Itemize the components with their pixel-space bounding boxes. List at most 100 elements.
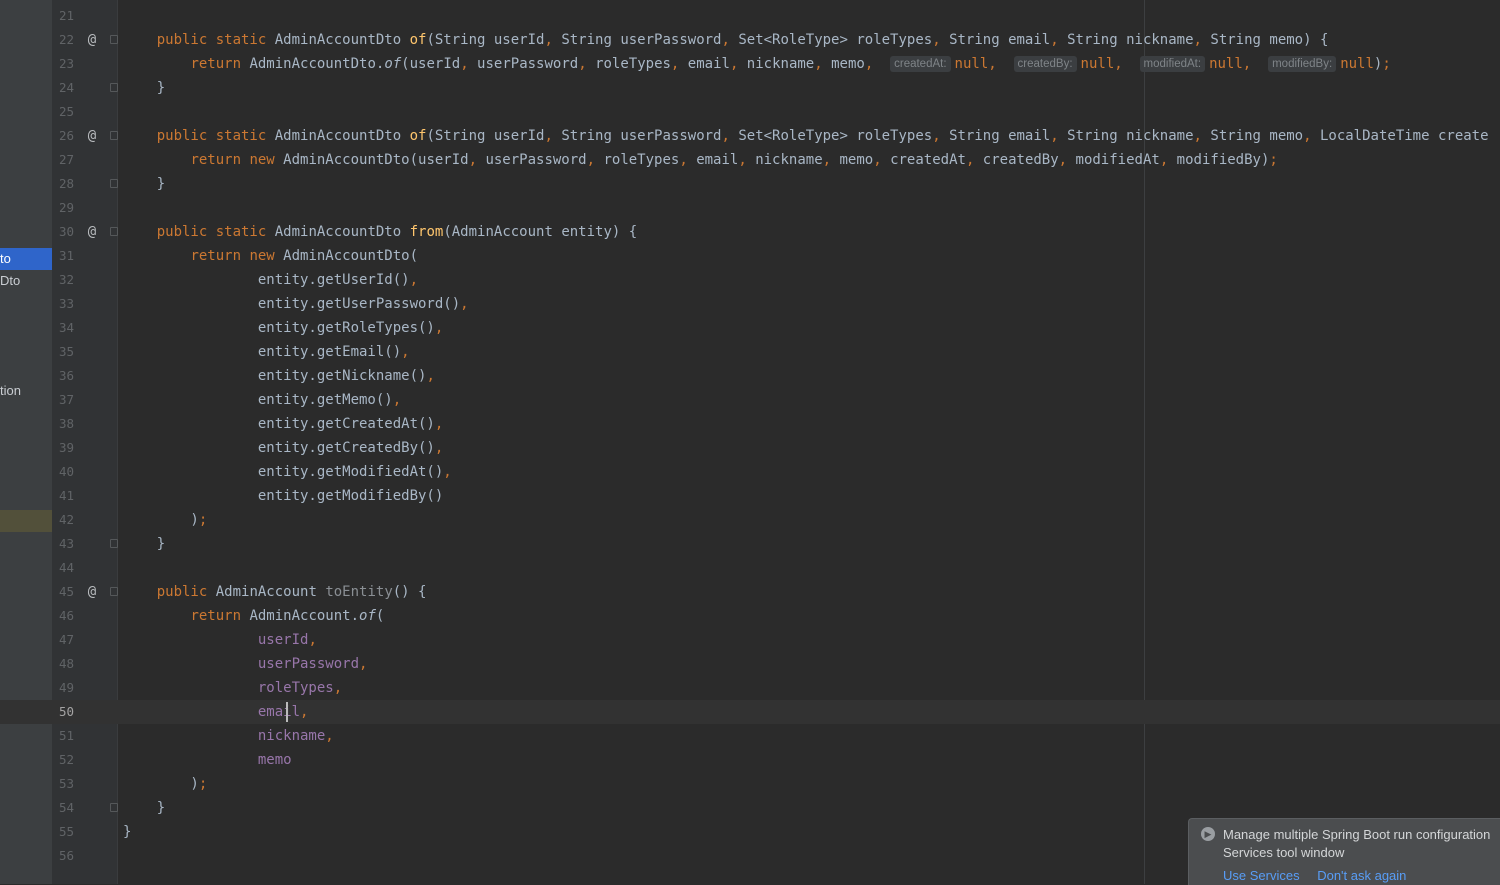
code-line[interactable]: 47 userId,	[0, 628, 1500, 652]
code-line[interactable]: 36 entity.getNickname(),	[0, 364, 1500, 388]
code-line[interactable]: 37 entity.getMemo(),	[0, 388, 1500, 412]
code-line[interactable]: 25	[0, 100, 1500, 124]
code-line[interactable]: 39 entity.getCreatedBy(),	[0, 436, 1500, 460]
line-number: 48	[58, 656, 74, 671]
annotation-marker-icon[interactable]: @	[84, 220, 100, 244]
line-number: 34	[58, 320, 74, 335]
line-number: 32	[58, 272, 74, 287]
line-number: 52	[58, 752, 74, 767]
code-line[interactable]: 41 entity.getModifiedBy()	[0, 484, 1500, 508]
code-text: return new AdminAccountDto(	[190, 248, 419, 264]
fold-marker-icon[interactable]	[110, 539, 118, 548]
line-number: 44	[58, 560, 74, 575]
code-text: }	[123, 824, 132, 840]
fold-marker-icon[interactable]	[110, 179, 118, 188]
line-number: 45	[58, 584, 74, 599]
line-number: 51	[58, 728, 74, 743]
fold-marker-icon[interactable]	[110, 83, 118, 92]
code-line[interactable]: 49 roleTypes,	[0, 676, 1500, 700]
fold-marker-icon[interactable]	[110, 35, 118, 44]
code-line[interactable]: 50 email,	[0, 700, 1500, 724]
code-text: }	[123, 80, 166, 96]
code-text: return AdminAccount.of(	[190, 608, 385, 624]
line-number: 54	[58, 800, 74, 815]
code-text: return new AdminAccountDto(userId, userP…	[190, 152, 1278, 168]
line-number: 40	[58, 464, 74, 479]
line-number: 43	[58, 536, 74, 551]
code-text: public static AdminAccountDto of(String …	[156, 32, 1329, 48]
code-text: entity.getUserId(),	[123, 272, 419, 288]
code-line[interactable]: 28 }	[0, 172, 1500, 196]
code-text: entity.getUserPassword(),	[123, 296, 469, 312]
use-services-link[interactable]: Use Services	[1223, 868, 1300, 883]
code-line[interactable]: 31 return new AdminAccountDto(	[0, 244, 1500, 268]
code-line[interactable]: 53 );	[0, 772, 1500, 796]
line-number: 47	[58, 632, 74, 647]
code-line[interactable]: 51 nickname,	[0, 724, 1500, 748]
notification-line-1: Manage multiple Spring Boot run configur…	[1223, 827, 1491, 842]
code-line[interactable]: 40 entity.getModifiedAt(),	[0, 460, 1500, 484]
line-number: 26	[58, 128, 74, 143]
line-number: 42	[58, 512, 74, 527]
code-text: entity.getModifiedBy()	[123, 488, 444, 504]
code-text: entity.getCreatedBy(),	[123, 440, 444, 456]
line-number: 25	[58, 104, 74, 119]
line-number: 21	[58, 8, 74, 23]
code-text: public static AdminAccountDto of(String …	[156, 128, 1489, 144]
line-number: 33	[58, 296, 74, 311]
code-line[interactable]: 34 entity.getRoleTypes(),	[0, 316, 1500, 340]
code-line[interactable]: 24 }	[0, 76, 1500, 100]
code-text: }	[123, 176, 166, 192]
fold-marker-icon[interactable]	[110, 227, 118, 236]
code-line[interactable]: 29	[0, 196, 1500, 220]
code-text: return AdminAccountDto.of(userId, userPa…	[190, 56, 1391, 72]
code-line[interactable]: 22 @ public static AdminAccountDto of(Str…	[0, 28, 1500, 52]
code-line[interactable]: 33 entity.getUserPassword(),	[0, 292, 1500, 316]
annotation-marker-icon[interactable]: @	[84, 124, 100, 148]
line-number: 56	[58, 848, 74, 863]
code-text: public AdminAccount toEntity() {	[156, 584, 427, 600]
code-text: userId,	[257, 632, 317, 648]
line-number: 37	[58, 392, 74, 407]
code-line[interactable]: 21	[0, 4, 1500, 28]
code-line[interactable]: 48 userPassword,	[0, 652, 1500, 676]
code-line[interactable]: 27 return new AdminAccountDto(userId, us…	[0, 148, 1500, 172]
code-line[interactable]: 23 return AdminAccountDto.of(userId, use…	[0, 52, 1500, 76]
fold-marker-icon[interactable]	[110, 131, 118, 140]
code-line[interactable]: 35 entity.getEmail(),	[0, 340, 1500, 364]
line-number: 30	[58, 224, 74, 239]
code-line[interactable]: 32 entity.getUserId(),	[0, 268, 1500, 292]
code-line[interactable]: 26 @ public static AdminAccountDto of(Str…	[0, 124, 1500, 148]
code-text: );	[123, 512, 208, 528]
line-number: 22	[58, 32, 74, 47]
fold-marker-icon[interactable]	[110, 803, 118, 812]
annotation-marker-icon[interactable]: @	[84, 580, 100, 604]
code-text: roleTypes,	[257, 680, 343, 696]
code-line[interactable]: 43 }	[0, 532, 1500, 556]
code-text: entity.getMemo(),	[123, 392, 402, 408]
notification-line-2: Services tool window	[1223, 845, 1345, 860]
line-number: 38	[58, 416, 74, 431]
code-line[interactable]: 45 @ public AdminAccount toEntity() {	[0, 580, 1500, 604]
code-line[interactable]: 54 }	[0, 796, 1500, 820]
code-line[interactable]: 46 return AdminAccount.of(	[0, 604, 1500, 628]
dont-ask-again-link[interactable]: Don't ask again	[1317, 868, 1406, 883]
code-line[interactable]: 52 memo	[0, 748, 1500, 772]
line-number: 39	[58, 440, 74, 455]
info-icon: ▶	[1201, 827, 1215, 841]
code-line[interactable]: 38 entity.getCreatedAt(),	[0, 412, 1500, 436]
code-line[interactable]: 44	[0, 556, 1500, 580]
code-text: email,	[257, 704, 309, 720]
fold-marker-icon[interactable]	[110, 587, 118, 596]
code-text: }	[123, 800, 166, 816]
code-text: entity.getRoleTypes(),	[123, 320, 444, 336]
code-text: }	[123, 536, 166, 552]
line-number: 46	[58, 608, 74, 623]
line-number: 27	[58, 152, 74, 167]
line-number: 29	[58, 200, 74, 215]
code-line[interactable]: 30 @ public static AdminAccountDto from(A…	[0, 220, 1500, 244]
notification-balloon: ▶ Manage multiple Spring Boot run config…	[1188, 818, 1500, 885]
code-line[interactable]: 42 );	[0, 508, 1500, 532]
annotation-marker-icon[interactable]: @	[84, 28, 100, 52]
text-cursor	[286, 702, 288, 722]
